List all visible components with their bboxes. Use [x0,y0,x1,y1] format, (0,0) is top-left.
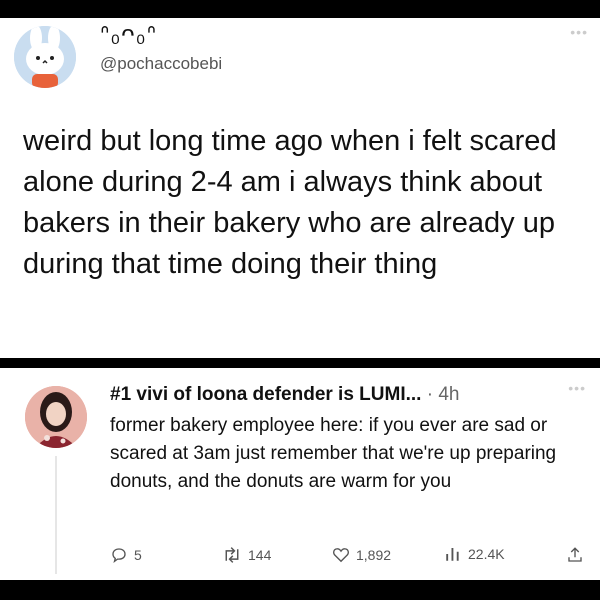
heart-icon [333,548,349,563]
reply-button[interactable]: 5 [110,546,142,564]
user-handle[interactable]: @pochaccobebi [100,54,222,74]
avatar[interactable] [25,386,87,448]
retweet-icon [225,547,239,563]
more-dots-icon[interactable]: ••• [570,24,588,40]
like-button[interactable]: 1,892 [332,546,391,563]
comment-icon [112,548,126,564]
person-photo-icon [25,386,87,448]
thread-line [55,456,57,574]
reply-count: 5 [134,547,142,563]
original-tweet: ᐢ₀ᴖ₀ᐢ @pochaccobebi ••• weird but long t… [0,18,600,358]
share-button[interactable] [566,546,590,564]
retweet-button[interactable]: 144 [222,546,271,564]
share-icon [568,547,582,562]
reply-display-name[interactable]: #1 vivi of loona defender is LUMI... [110,384,421,405]
display-name[interactable]: ᐢ₀ᴖ₀ᐢ [100,20,157,49]
reply-text: former bakery employee here: if you ever… [110,415,557,492]
action-bar: 5 144 1,892 22.4K [110,546,590,570]
tweet-text: weird but long time ago when i felt scar… [23,125,557,280]
more-dots-icon[interactable]: ••• [568,380,586,396]
retweet-count: 144 [248,547,272,563]
bunny-avatar-icon [14,26,76,88]
avatar[interactable] [14,26,76,88]
reply-tweet: #1 vivi of loona defender is LUMI... · 4… [0,368,600,580]
separator-dot: · [421,384,439,405]
reply-header: #1 vivi of loona defender is LUMI... · 4… [110,384,459,406]
like-count: 1,892 [356,546,392,563]
views-button[interactable]: 22.4K [444,546,505,562]
analytics-icon [446,548,459,561]
view-count: 22.4K [468,546,505,562]
timestamp[interactable]: 4h [438,384,459,405]
